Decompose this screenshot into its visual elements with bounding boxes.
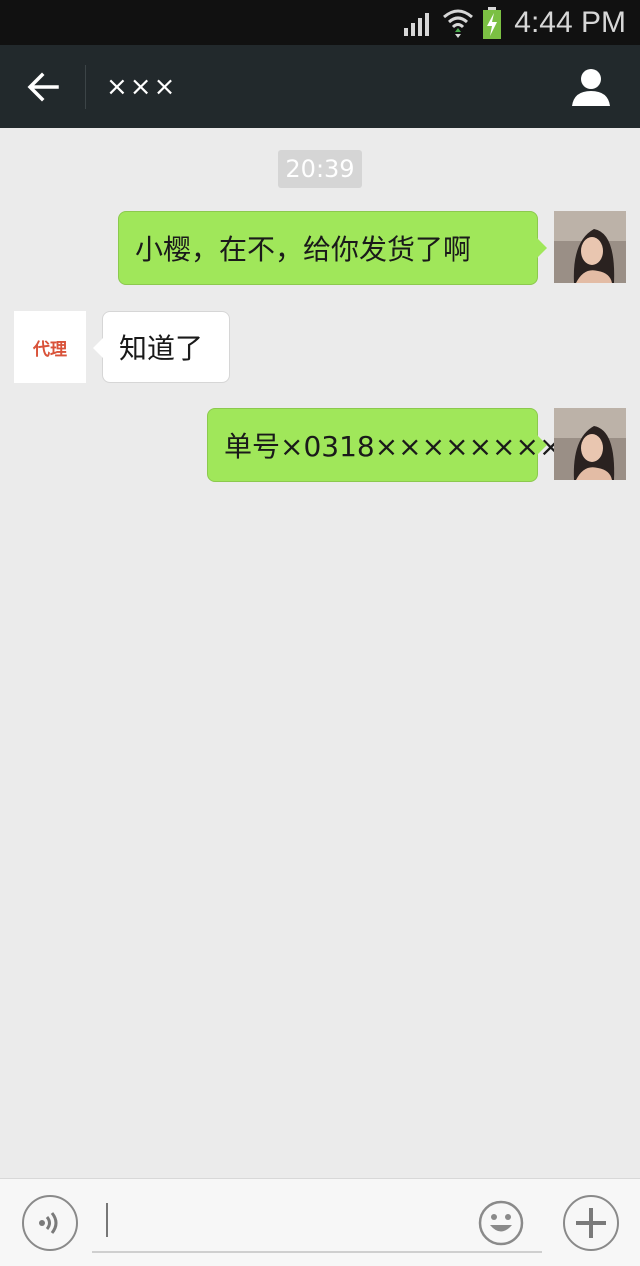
user-avatar-photo — [554, 408, 626, 480]
emoji-button[interactable] — [478, 1200, 524, 1246]
message-timestamp: 20:39 — [278, 150, 362, 188]
message-text: 单号×0318×××××××× — [224, 430, 563, 463]
plus-icon — [576, 1208, 606, 1238]
chat-title: ××× — [106, 71, 178, 102]
message-text: 知道了 — [119, 332, 204, 365]
message-bubble-outgoing[interactable]: 单号×0318×××××××× — [207, 408, 562, 482]
message-text: 小樱，在不，给你发货了啊 — [135, 233, 472, 266]
chat-header: ××× — [0, 45, 640, 128]
agent-avatar[interactable]: 代理 — [14, 311, 86, 383]
text-cursor — [106, 1203, 108, 1237]
arrow-left-icon — [27, 72, 59, 101]
voice-button[interactable] — [22, 1195, 78, 1251]
message-bubble-outgoing[interactable]: 小樱，在不，给你发货了啊 — [118, 211, 547, 285]
wifi-icon — [443, 9, 474, 38]
message-bubble-incoming[interactable]: 知道了 — [93, 311, 230, 383]
signal-icon — [404, 12, 430, 36]
more-button[interactable] — [563, 1195, 619, 1251]
user-avatar-photo — [554, 211, 626, 283]
status-bar: 4:44 PM — [0, 0, 640, 45]
message-input[interactable] — [92, 1195, 542, 1253]
avatar[interactable] — [554, 211, 626, 283]
smiley-icon — [478, 1200, 524, 1246]
profile-button[interactable] — [570, 67, 612, 107]
avatar[interactable] — [554, 408, 626, 480]
back-button[interactable] — [0, 64, 86, 109]
status-time: 4:44 PM — [514, 5, 626, 39]
battery-charging-icon — [483, 6, 502, 39]
input-bar — [0, 1178, 640, 1266]
voice-icon — [39, 1212, 58, 1234]
person-icon — [572, 69, 610, 106]
message-list[interactable]: 20:39 小樱，在不，给你发货了啊 代理 知道了 单号×0318×××××××… — [0, 128, 640, 1178]
agent-avatar-label: 代理 — [33, 339, 67, 360]
